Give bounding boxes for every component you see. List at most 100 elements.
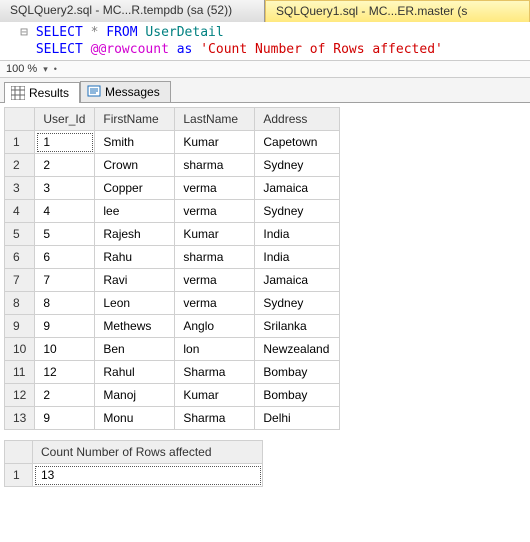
cell[interactable]: verma <box>175 292 255 315</box>
cell[interactable]: Rahu <box>95 246 175 269</box>
cell[interactable]: Crown <box>95 154 175 177</box>
cell[interactable]: Smith <box>95 131 175 154</box>
cell[interactable]: 10 <box>35 338 95 361</box>
cell[interactable]: verma <box>175 200 255 223</box>
cell[interactable]: India <box>255 246 340 269</box>
cell[interactable]: Methews <box>95 315 175 338</box>
cell[interactable]: Ravi <box>95 269 175 292</box>
cell[interactable]: Sharma <box>175 407 255 430</box>
table-row[interactable]: 1112RahulSharmaBombay <box>5 361 340 384</box>
result-tab-bar: Results Messages <box>0 78 530 103</box>
table-row[interactable]: 1 13 <box>5 464 263 487</box>
cell[interactable]: sharma <box>175 246 255 269</box>
cell[interactable]: 9 <box>35 407 95 430</box>
row-number[interactable]: 6 <box>5 246 35 269</box>
cell[interactable]: 7 <box>35 269 95 292</box>
col-header-userid[interactable]: User_Id <box>35 108 95 131</box>
table-row[interactable]: 1010BenlonNewzealand <box>5 338 340 361</box>
cell[interactable]: Ben <box>95 338 175 361</box>
cell[interactable]: Sydney <box>255 292 340 315</box>
cell[interactable]: Sydney <box>255 200 340 223</box>
cell[interactable]: Bombay <box>255 361 340 384</box>
cell[interactable]: Bombay <box>255 384 340 407</box>
table-row[interactable]: 66RahusharmaIndia <box>5 246 340 269</box>
cell[interactable]: verma <box>175 269 255 292</box>
col-header-count[interactable]: Count Number of Rows affected <box>33 441 263 464</box>
cell[interactable]: 9 <box>35 315 95 338</box>
cell[interactable]: Sharma <box>175 361 255 384</box>
result-grid-2[interactable]: Count Number of Rows affected 1 13 <box>4 440 263 487</box>
table-row[interactable]: 122ManojKumarBombay <box>5 384 340 407</box>
row-number[interactable]: 9 <box>5 315 35 338</box>
cell[interactable]: 4 <box>35 200 95 223</box>
cell[interactable]: 8 <box>35 292 95 315</box>
cell[interactable]: Srilanka <box>255 315 340 338</box>
cell[interactable]: sharma <box>175 154 255 177</box>
cell[interactable]: Jamaica <box>255 177 340 200</box>
row-number[interactable]: 7 <box>5 269 35 292</box>
cell[interactable]: Kumar <box>175 131 255 154</box>
cell[interactable]: Anglo <box>175 315 255 338</box>
row-number[interactable]: 1 <box>5 131 35 154</box>
cell[interactable]: Copper <box>95 177 175 200</box>
cell[interactable]: 2 <box>35 384 95 407</box>
table-row[interactable]: 139MonuSharmaDelhi <box>5 407 340 430</box>
dropdown-icon[interactable]: • <box>54 64 57 74</box>
cell[interactable]: lee <box>95 200 175 223</box>
cell[interactable]: lon <box>175 338 255 361</box>
cell[interactable]: Manoj <box>95 384 175 407</box>
zoom-control[interactable]: 100 % ▾ • <box>0 61 530 78</box>
cell[interactable]: Jamaica <box>255 269 340 292</box>
cell[interactable]: Capetown <box>255 131 340 154</box>
cell[interactable]: Monu <box>95 407 175 430</box>
row-number[interactable]: 1 <box>5 464 33 487</box>
col-header-firstname[interactable]: FirstName <box>95 108 175 131</box>
table-row[interactable]: 77RavivermaJamaica <box>5 269 340 292</box>
cell[interactable]: Kumar <box>175 384 255 407</box>
table-row[interactable]: 11SmithKumarCapetown <box>5 131 340 154</box>
table-row[interactable]: 44leevermaSydney <box>5 200 340 223</box>
row-number[interactable]: 12 <box>5 384 35 407</box>
cell[interactable]: Sydney <box>255 154 340 177</box>
row-number[interactable]: 5 <box>5 223 35 246</box>
cell[interactable]: 3 <box>35 177 95 200</box>
grid-corner[interactable] <box>5 108 35 131</box>
col-header-lastname[interactable]: LastName <box>175 108 255 131</box>
table-row[interactable]: 33CoppervermaJamaica <box>5 177 340 200</box>
tab-query2[interactable]: SQLQuery2.sql - MC...R.tempdb (sa (52)) <box>0 0 265 22</box>
table-row[interactable]: 99MethewsAngloSrilanka <box>5 315 340 338</box>
row-number[interactable]: 4 <box>5 200 35 223</box>
cell[interactable]: 2 <box>35 154 95 177</box>
cell[interactable]: 5 <box>35 223 95 246</box>
cell-count-value[interactable]: 13 <box>33 464 263 487</box>
cell[interactable]: Delhi <box>255 407 340 430</box>
table-row[interactable]: 55RajeshKumarIndia <box>5 223 340 246</box>
cell[interactable]: Newzealand <box>255 338 340 361</box>
row-number[interactable]: 8 <box>5 292 35 315</box>
grid-corner[interactable] <box>5 441 33 464</box>
cell[interactable]: India <box>255 223 340 246</box>
row-number[interactable]: 2 <box>5 154 35 177</box>
cell[interactable]: 6 <box>35 246 95 269</box>
col-header-address[interactable]: Address <box>255 108 340 131</box>
row-number[interactable]: 3 <box>5 177 35 200</box>
table-row[interactable]: 88LeonvermaSydney <box>5 292 340 315</box>
fold-icon[interactable]: ⊟ <box>6 24 28 41</box>
cell[interactable]: 1 <box>35 131 95 154</box>
result-grid-1[interactable]: User_Id FirstName LastName Address 11Smi… <box>4 107 340 430</box>
row-number[interactable]: 11 <box>5 361 35 384</box>
sql-editor[interactable]: ⊟ SELECT * FROM UserDetail SELECT @@rowc… <box>0 22 530 61</box>
cell[interactable]: Rajesh <box>95 223 175 246</box>
cell[interactable]: Kumar <box>175 223 255 246</box>
chevron-down-icon[interactable]: ▾ <box>43 64 48 75</box>
tab-query1[interactable]: SQLQuery1.sql - MC...ER.master (s <box>265 0 530 22</box>
tab-results[interactable]: Results <box>4 82 80 103</box>
row-number[interactable]: 13 <box>5 407 35 430</box>
tab-messages[interactable]: Messages <box>80 81 171 102</box>
cell[interactable]: Leon <box>95 292 175 315</box>
table-row[interactable]: 22CrownsharmaSydney <box>5 154 340 177</box>
cell[interactable]: Rahul <box>95 361 175 384</box>
row-number[interactable]: 10 <box>5 338 35 361</box>
cell[interactable]: 12 <box>35 361 95 384</box>
cell[interactable]: verma <box>175 177 255 200</box>
